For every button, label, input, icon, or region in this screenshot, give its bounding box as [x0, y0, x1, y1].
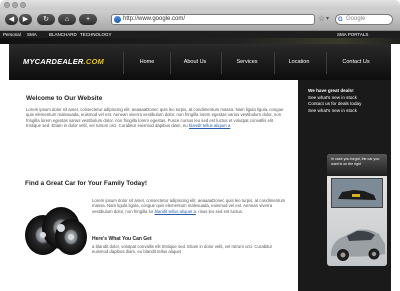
browser-window: ◀ ▶ ↻ ⌂ + http://www.google.com/ ☆ ▾ G G…	[0, 0, 400, 291]
forward-button[interactable]: ▶	[19, 14, 32, 25]
nav-divider	[123, 52, 124, 74]
sidebar-link-contact-deals[interactable]: Contact us for deals today	[308, 101, 386, 108]
find-car-heading: Find a Great Car for Your Family Today!	[25, 180, 148, 187]
welcome-heading: Welcome to Our Website	[26, 95, 103, 102]
nav-location[interactable]: Location	[282, 59, 316, 65]
back-button[interactable]: ◀	[5, 14, 18, 25]
reload-icon: ↻	[43, 16, 49, 23]
car-advertisement[interactable]: In case you forgot, the car you want is …	[327, 154, 387, 266]
find-car-paragraph: Lorem ipsum dolor sit amet, consectetur …	[92, 198, 289, 214]
close-window-button[interactable]	[4, 2, 10, 8]
nav-divider	[326, 52, 327, 74]
nav-about-us[interactable]: About Us	[178, 59, 212, 65]
main-column: Welcome to Our Website Lorem ipsum dolor…	[9, 80, 298, 291]
nav-divider	[274, 52, 275, 74]
find-car-text-end: . risus leo sed est luctus.	[195, 208, 243, 214]
bookmark-button[interactable]: +	[79, 14, 97, 25]
minimize-window-button[interactable]	[12, 2, 18, 8]
sidebar: We have great deals! See what's new in s…	[298, 80, 391, 291]
ad-caption: In case you forgot, the car you want is …	[327, 154, 387, 176]
car-screen-icon	[332, 179, 382, 207]
welcome-link[interactable]: blandit tellus aliquet a	[189, 123, 230, 128]
zoom-window-button[interactable]	[20, 2, 26, 8]
title-bar	[0, 0, 400, 10]
nav-divider	[221, 52, 222, 74]
url-text: http://www.google.com/	[123, 16, 186, 22]
home-icon: ⌂	[64, 16, 70, 23]
site-header: MYCARDEALER.COM Home About Us Services L…	[9, 44, 391, 80]
star-icon[interactable]: ☆	[318, 14, 325, 23]
sidebar-link-new-stock-2[interactable]: See what's new in stock	[308, 108, 386, 115]
welcome-text: Lorem ipsum dolor sit amet, consectetur …	[26, 107, 284, 129]
find-car-link[interactable]: blandit tellus aliquet a	[155, 209, 196, 214]
nav-services[interactable]: Services	[230, 59, 264, 65]
arrow-right-icon: ▶	[22, 16, 29, 23]
what-you-get-heading: Here's What You Can Get	[92, 236, 152, 242]
browser-toolbar: ◀ ▶ ↻ ⌂ + http://www.google.com/ ☆ ▾ G G…	[0, 10, 400, 31]
search-engine-label: Google	[346, 16, 366, 22]
welcome-paragraph: Lorem ipsum dolor sit amet, consectetur …	[26, 107, 288, 129]
sidebar-deals-heading: We have great deals!	[308, 88, 354, 93]
nav-contact-us[interactable]: Contact Us	[334, 59, 378, 65]
plus-icon: +	[85, 16, 91, 23]
bookmark-sma-portals[interactable]: SMA PORTALS	[337, 31, 368, 38]
logo-main: MYCARDEALER	[23, 57, 84, 66]
reload-button[interactable]: ↻	[37, 14, 55, 25]
address-bar[interactable]: http://www.google.com/	[111, 14, 315, 25]
sidebar-links: We have great deals! See what's new in s…	[308, 88, 386, 114]
chevron-down-icon[interactable]: ▾	[326, 15, 329, 22]
nav-divider	[170, 52, 171, 74]
bookmark-technology[interactable]: TECHNOLOGY	[80, 31, 112, 38]
home-button[interactable]: ⌂	[58, 14, 76, 25]
bookmark-sma[interactable]: SMA	[27, 31, 37, 38]
nav-home[interactable]: Home	[133, 59, 161, 65]
favicon-icon	[114, 16, 121, 23]
bookmarks-bar: Personal SMA BLANCHARD TECHNOLOGY SMA PO…	[0, 31, 400, 38]
site-logo[interactable]: MYCARDEALER.COM	[23, 57, 104, 66]
bookmark-personal[interactable]: Personal	[3, 31, 21, 38]
ad-screen	[331, 178, 383, 208]
arrow-left-icon: ◀	[8, 16, 15, 23]
bookmark-blanchard[interactable]: BLANCHARD	[49, 31, 77, 38]
tires-image	[25, 207, 87, 255]
logo-suffix: .COM	[83, 57, 104, 66]
page-content: Welcome to Our Website Lorem ipsum dolor…	[9, 80, 391, 291]
sidebar-link-new-stock[interactable]: See what's new in stock	[308, 95, 386, 102]
google-icon: G	[338, 17, 343, 23]
search-box[interactable]: G Google	[335, 14, 393, 25]
silver-car-icon	[331, 229, 385, 261]
what-you-get-paragraph: a blandit dolor, volutpat convallis elit…	[92, 244, 273, 255]
